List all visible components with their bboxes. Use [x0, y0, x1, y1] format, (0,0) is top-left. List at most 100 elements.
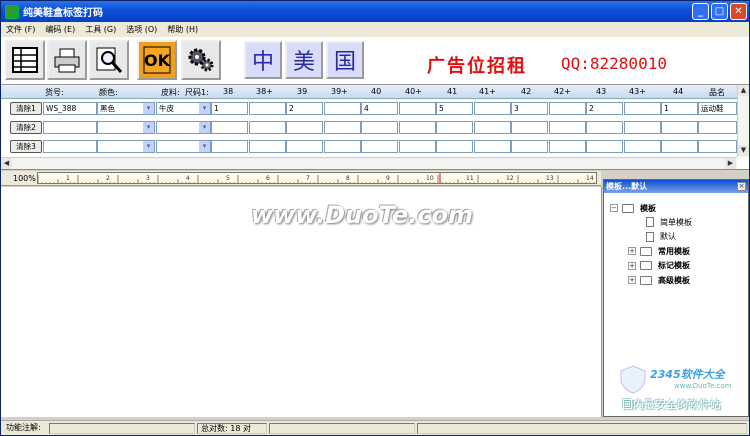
- template-panel: 模板...默认 × − 模板 简单模板 默认 + 常用模板 + 标记模板 + 高级模板 234…: [603, 179, 749, 417]
- size-qty-field[interactable]: [549, 140, 586, 153]
- minimize-button[interactable]: _: [692, 3, 709, 20]
- size-qty-field[interactable]: [324, 121, 361, 134]
- panel-close-icon[interactable]: ×: [737, 182, 746, 191]
- size-qty-field[interactable]: [436, 121, 473, 134]
- clear-row-button[interactable]: 清除3: [10, 140, 42, 153]
- zoom-level[interactable]: 100%: [13, 174, 36, 183]
- size-qty-field[interactable]: 3: [511, 102, 548, 115]
- size-qty-field[interactable]: [586, 140, 623, 153]
- item-no-field[interactable]: WS_388: [43, 102, 97, 115]
- product-name-field[interactable]: [698, 121, 737, 134]
- lang-mei-button[interactable]: 美: [285, 41, 323, 79]
- expand-icon[interactable]: +: [628, 247, 636, 255]
- menu-options[interactable]: 选项 (O): [121, 24, 162, 35]
- leather-select[interactable]: ▾: [156, 121, 211, 134]
- size-qty-field[interactable]: [436, 140, 473, 153]
- size-qty-field[interactable]: [624, 140, 661, 153]
- leather-select[interactable]: ▾: [156, 140, 211, 153]
- dropdown-arrow-icon[interactable]: ▾: [143, 122, 154, 133]
- item-no-field[interactable]: [43, 121, 97, 134]
- panel-title: 模板...默认: [604, 180, 748, 193]
- size-qty-field[interactable]: [249, 102, 286, 115]
- size-qty-field[interactable]: [361, 140, 398, 153]
- scroll-up-arrow[interactable]: ▲: [738, 85, 749, 96]
- ad-banner[interactable]: 广告位招租 QQ:82280010: [403, 40, 747, 82]
- preview-button[interactable]: [89, 40, 129, 80]
- expand-icon[interactable]: +: [628, 261, 636, 270]
- collapse-icon[interactable]: −: [610, 204, 618, 212]
- tree-item[interactable]: 默认: [646, 231, 676, 243]
- vertical-scrollbar[interactable]: ▲ ▼: [737, 85, 749, 157]
- color-select[interactable]: 黑色 ▾: [97, 102, 155, 115]
- item-no-field[interactable]: [43, 140, 97, 153]
- menu-help[interactable]: 帮助 (H): [162, 24, 203, 35]
- size-qty-field[interactable]: [249, 121, 286, 134]
- clear-row-button[interactable]: 清除2: [10, 121, 42, 134]
- product-name-field[interactable]: 运动鞋: [698, 102, 737, 115]
- tree-item[interactable]: + 常用模板: [628, 245, 690, 257]
- tree-item[interactable]: 简单模板: [646, 216, 692, 228]
- print-button[interactable]: [47, 40, 87, 80]
- lang-guo-button[interactable]: 国: [326, 41, 364, 79]
- size-qty-field[interactable]: 2: [586, 102, 623, 115]
- size-qty-field[interactable]: [474, 140, 511, 153]
- product-name-field[interactable]: [698, 140, 737, 153]
- size-qty-field[interactable]: [286, 121, 323, 134]
- tree-item[interactable]: + 标记模板: [628, 260, 690, 272]
- table-button[interactable]: [5, 40, 45, 80]
- size-qty-field[interactable]: [399, 102, 436, 115]
- size-qty-field[interactable]: 5: [436, 102, 473, 115]
- size-qty-field[interactable]: [324, 140, 361, 153]
- size-qty-field[interactable]: [286, 140, 323, 153]
- dropdown-arrow-icon[interactable]: ▾: [143, 141, 154, 152]
- size-qty-field[interactable]: [661, 140, 698, 153]
- size-qty-field[interactable]: 1: [661, 102, 698, 115]
- size-qty-field[interactable]: [586, 121, 623, 134]
- size-qty-field[interactable]: [474, 102, 511, 115]
- size-qty-field[interactable]: [549, 102, 586, 115]
- color-select[interactable]: ▾: [97, 140, 155, 153]
- scroll-left-arrow[interactable]: ◀: [1, 158, 12, 169]
- size-qty-field[interactable]: [211, 121, 248, 134]
- leather-select[interactable]: 牛皮 ▾: [156, 102, 211, 115]
- maximize-button[interactable]: □: [711, 3, 728, 20]
- size-qty-field[interactable]: [474, 121, 511, 134]
- size-qty-field[interactable]: [549, 121, 586, 134]
- menu-file[interactable]: 文件 (F): [1, 24, 40, 35]
- expand-icon[interactable]: +: [628, 276, 636, 284]
- tree-root[interactable]: − 模板: [610, 202, 656, 214]
- tree-item[interactable]: + 高级模板: [628, 274, 690, 286]
- label-canvas[interactable]: www.DuoTe.com: [1, 187, 602, 417]
- ok-button[interactable]: OK: [137, 40, 177, 80]
- settings-button[interactable]: [181, 40, 221, 80]
- menu-tools[interactable]: 工具 (G): [80, 24, 121, 35]
- size-qty-field[interactable]: [324, 102, 361, 115]
- lang-zh-button[interactable]: 中: [244, 41, 282, 79]
- horizontal-scrollbar[interactable]: ◀ ▶: [1, 157, 737, 169]
- scroll-down-arrow[interactable]: ▼: [738, 145, 749, 156]
- size-qty-field[interactable]: 2: [286, 102, 323, 115]
- size-qty-field[interactable]: [399, 121, 436, 134]
- clear-row-button[interactable]: 清除1: [10, 102, 42, 115]
- dropdown-arrow-icon[interactable]: ▾: [199, 122, 210, 133]
- title-bar[interactable]: 纯美鞋盒标签打码 _ □ ✕: [1, 1, 749, 22]
- size-qty-field[interactable]: [511, 140, 548, 153]
- close-button[interactable]: ✕: [730, 3, 747, 20]
- scroll-right-arrow[interactable]: ▶: [725, 158, 736, 169]
- dropdown-arrow-icon[interactable]: ▾: [199, 141, 210, 152]
- size-qty-field[interactable]: [661, 121, 698, 134]
- size-qty-field[interactable]: [361, 121, 398, 134]
- dropdown-arrow-icon[interactable]: ▾: [199, 103, 210, 114]
- size-qty-field[interactable]: 4: [361, 102, 398, 115]
- size-qty-field[interactable]: [211, 140, 248, 153]
- size-qty-field[interactable]: [624, 121, 661, 134]
- status-pane-3: [269, 423, 415, 434]
- menu-encode[interactable]: 编码 (E): [40, 24, 80, 35]
- size-qty-field[interactable]: 1: [211, 102, 248, 115]
- size-qty-field[interactable]: [249, 140, 286, 153]
- color-select[interactable]: ▾: [97, 121, 155, 134]
- dropdown-arrow-icon[interactable]: ▾: [143, 103, 154, 114]
- size-qty-field[interactable]: [624, 102, 661, 115]
- size-qty-field[interactable]: [511, 121, 548, 134]
- size-qty-field[interactable]: [399, 140, 436, 153]
